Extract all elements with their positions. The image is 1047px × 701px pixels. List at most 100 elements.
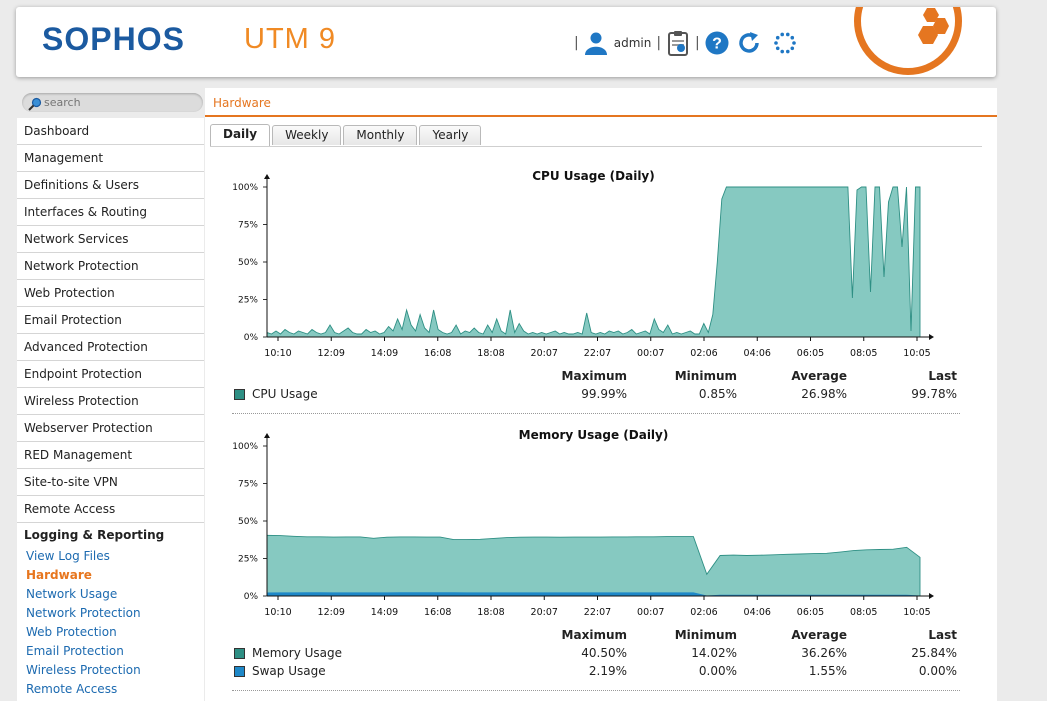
product-name: UTM 9	[244, 23, 336, 55]
sidebar-subitem-hardware[interactable]: Hardware	[17, 566, 204, 585]
legend-label: Memory Usage	[252, 646, 343, 660]
sidebar-subitem-web-protection[interactable]: Web Protection	[17, 623, 204, 642]
spinner-dot	[780, 49, 784, 54]
y-tick-label: 25%	[238, 296, 258, 306]
sidebar-item-site-to-site-vpn[interactable]: Site-to-site VPN	[17, 469, 204, 496]
app-header: SOPHOS UTM 9 | admin | | ?	[16, 7, 996, 77]
y-tick-label: 50%	[238, 517, 258, 527]
spinner-icon	[773, 31, 797, 55]
y-tick-label: 50%	[238, 258, 258, 268]
memory-stats-table: Maximum Minimum Average Last Memory Usage 40.…	[232, 628, 962, 688]
separator: |	[656, 35, 662, 51]
stats-value: 36.26%	[801, 646, 847, 660]
spinner-dot	[791, 41, 796, 45]
y-tick-label: 75%	[238, 480, 258, 490]
x-tick-label: 02:06	[690, 348, 717, 359]
spinner-dot	[775, 46, 780, 51]
search-box[interactable]	[22, 93, 203, 112]
chart-title: Memory Usage (Daily)	[519, 428, 669, 442]
y-tick-label: 25%	[238, 555, 258, 565]
clipboard-icon[interactable]	[666, 30, 690, 56]
y-axis-arrow	[264, 174, 270, 179]
sidebar-subitem-email-protection[interactable]: Email Protection	[17, 642, 204, 661]
x-tick-label: 08:05	[850, 348, 877, 359]
header-toolbar: | admin | | ?	[569, 28, 797, 58]
stats-header-average: Average	[791, 369, 847, 383]
sidebar-item-definitions-users[interactable]: Definitions & Users	[17, 172, 204, 199]
user-icon[interactable]	[584, 31, 608, 55]
search-input[interactable]	[44, 96, 194, 109]
stats-header-average: Average	[791, 628, 847, 642]
x-tick-label: 06:05	[797, 607, 824, 618]
divider	[232, 413, 960, 414]
stats-value: 0.00%	[918, 664, 957, 678]
sidebar-item-web-protection[interactable]: Web Protection	[17, 280, 204, 307]
svg-text:?: ?	[712, 36, 722, 53]
separator: |	[574, 35, 579, 51]
refresh-icon[interactable]	[737, 31, 761, 55]
spinner-dot	[773, 41, 778, 45]
x-axis-arrow	[929, 334, 934, 340]
spinner-dot	[790, 46, 794, 51]
main-content: Hardware Daily Weekly Monthly Yearly CPU Us…	[205, 88, 997, 701]
legend-label: Swap Usage	[252, 664, 326, 678]
series-area-memory-usage	[266, 534, 921, 597]
sidebar-subitem-network-protection[interactable]: Network Protection	[17, 604, 204, 623]
spinner-dot	[775, 35, 780, 40]
stats-value: 0.85%	[698, 387, 737, 401]
sidebar-item-advanced-protection[interactable]: Advanced Protection	[17, 334, 204, 361]
x-tick-label: 16:08	[424, 607, 451, 618]
search-icon	[28, 96, 42, 111]
y-tick-label: 0%	[244, 333, 259, 343]
legend-swatch	[234, 389, 245, 400]
sidebar-item-interfaces-routing[interactable]: Interfaces & Routing	[17, 199, 204, 226]
stats-row-swap-usage: Swap Usage 2.19% 0.00% 1.55% 0.00%	[232, 664, 962, 682]
chart-0: CPU Usage (Daily) 0% 25% 50% 75% 100% 10:10 12:…	[232, 169, 934, 359]
sidebar-item-email-protection[interactable]: Email Protection	[17, 307, 204, 334]
sidebar-item-network-services[interactable]: Network Services	[17, 226, 204, 253]
sidebar-item-dashboard[interactable]: Dashboard	[17, 118, 204, 145]
stats-value: 26.98%	[801, 387, 847, 401]
x-tick-label: 00:07	[637, 348, 664, 359]
y-tick-label: 100%	[232, 183, 258, 193]
sidebar-item-network-protection[interactable]: Network Protection	[17, 253, 204, 280]
stats-value: 2.19%	[588, 664, 627, 678]
user-name[interactable]: admin	[614, 36, 652, 50]
sophos-logo[interactable]: SOPHOS	[42, 21, 185, 58]
stats-value: 14.02%	[691, 646, 737, 660]
sidebar-subitem-view-log-files[interactable]: View Log Files	[17, 547, 204, 566]
x-tick-label: 08:05	[850, 607, 877, 618]
chart-1: Memory Usage (Daily) 0% 25% 50% 75% 100% 10:10…	[232, 428, 934, 618]
sidebar-subitem-wireless-protection[interactable]: Wireless Protection	[17, 661, 204, 680]
stats-row-cpu-usage: CPU Usage 99.99% 0.85% 26.98% 99.78%	[232, 387, 962, 405]
sidebar-item-red-management[interactable]: RED Management	[17, 442, 204, 469]
separator: |	[695, 35, 700, 51]
sidebar-item-endpoint-protection[interactable]: Endpoint Protection	[17, 361, 204, 388]
stats-header-maximum: Maximum	[561, 628, 627, 642]
sidebar-item-remote-access[interactable]: Remote Access	[17, 496, 204, 523]
x-tick-label: 18:08	[477, 607, 504, 618]
sidebar-item-wireless-protection[interactable]: Wireless Protection	[17, 388, 204, 415]
divider	[232, 690, 960, 691]
sidebar-nav: Dashboard Management Definitions & Users In…	[17, 118, 204, 701]
stats-row-memory-usage: Memory Usage 40.50% 14.02% 36.26% 25.84%	[232, 646, 962, 664]
sidebar-subitem-remote-access[interactable]: Remote Access	[17, 680, 204, 699]
help-icon[interactable]: ?	[705, 31, 729, 55]
x-tick-label: 12:09	[318, 348, 345, 359]
x-tick-label: 20:07	[531, 607, 558, 618]
x-tick-label: 06:05	[797, 348, 824, 359]
sidebar-item-management[interactable]: Management	[17, 145, 204, 172]
stats-header-maximum: Maximum	[561, 369, 627, 383]
stats-header-last: Last	[928, 369, 957, 383]
sidebar-item-webserver-protection[interactable]: Webserver Protection	[17, 415, 204, 442]
cpu-stats-table: Maximum Minimum Average Last CPU Usage 99.99%…	[232, 369, 962, 409]
sidebar-section-logging-reporting[interactable]: Logging & Reporting	[17, 523, 204, 547]
stats-value: 99.99%	[581, 387, 627, 401]
x-tick-label: 04:06	[744, 607, 771, 618]
y-tick-label: 0%	[244, 592, 259, 602]
x-tick-label: 20:07	[531, 348, 558, 359]
y-tick-label: 100%	[232, 442, 258, 452]
x-tick-label: 14:09	[371, 607, 398, 618]
sidebar-subitem-network-usage[interactable]: Network Usage	[17, 585, 204, 604]
spinner-dot	[785, 32, 790, 37]
